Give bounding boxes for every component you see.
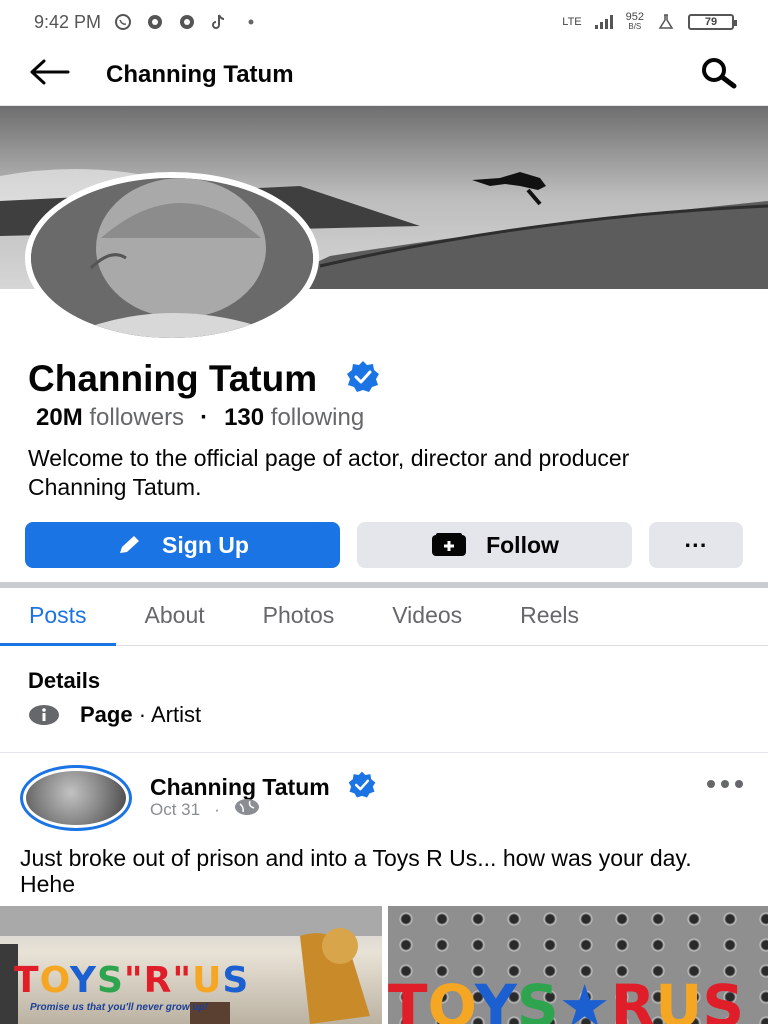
verified-badge-icon — [345, 359, 381, 400]
signal-icon — [594, 12, 614, 32]
post-meta-sep: · — [214, 799, 220, 819]
follow-page-icon — [432, 533, 467, 556]
follow-stats: 20M followers · 130 following — [36, 404, 364, 432]
toys-r-us-logo-left: TOYS"R"US — [14, 960, 250, 1001]
status-time: 9:42 PM — [34, 11, 102, 32]
follow-button[interactable]: Follow — [357, 522, 632, 568]
post-verified-badge-icon — [344, 770, 380, 805]
profile-name-row: Channing Tatum — [28, 358, 381, 400]
net-speed-value: 952 — [625, 11, 644, 23]
battery-icon: 79 — [688, 14, 737, 30]
tab-videos-label: Videos — [392, 602, 463, 628]
battery-level: 79 — [704, 16, 718, 28]
more-options-label: ··· — [684, 531, 708, 558]
tab-reels[interactable]: Reels — [491, 588, 608, 645]
profile-picture[interactable] — [25, 172, 319, 344]
tab-posts-label: Posts — [29, 602, 87, 628]
info-icon — [28, 704, 64, 726]
stats-separator: · — [200, 404, 209, 431]
tab-about[interactable]: About — [116, 588, 234, 645]
post-photo-2[interactable]: TOYS★RUS — [388, 906, 768, 1024]
post-text: Just broke out of prison and into a Toys… — [20, 845, 692, 897]
more-dots-icon — [707, 780, 743, 788]
whatsapp-icon — [113, 12, 133, 32]
post-more-button[interactable] — [704, 772, 746, 801]
post-avatar[interactable] — [20, 765, 132, 831]
followers-link[interactable]: 20M followers — [36, 404, 184, 432]
toys-r-us-promise: Promise us that you'll never grow up! — [30, 1002, 208, 1013]
tab-videos[interactable]: Videos — [363, 588, 491, 645]
details-row: Page · Artist — [28, 702, 201, 728]
net-speed-unit: B/S — [628, 22, 642, 31]
post-avatar-image — [26, 771, 126, 825]
tab-photos-label: Photos — [262, 602, 335, 628]
details-divider — [0, 752, 768, 753]
profile-name: Channing Tatum — [28, 358, 318, 399]
tab-reels-label: Reels — [520, 602, 579, 628]
profile-tabs: Posts About Photos Videos Reels — [0, 588, 768, 646]
pencil-icon — [120, 536, 140, 553]
tab-about-label: About — [144, 602, 205, 628]
tiktok-icon — [209, 12, 229, 32]
post-date[interactable]: Oct 31 — [150, 800, 200, 820]
following-link[interactable]: 130 following — [224, 404, 364, 432]
sign-up-button[interactable]: Sign Up — [25, 522, 340, 568]
details-category: Artist — [150, 702, 202, 727]
avatar-portrait — [31, 178, 313, 338]
tab-photos[interactable]: Photos — [234, 588, 364, 645]
globe-icon — [234, 798, 260, 821]
arrow-left-icon — [30, 59, 70, 85]
notification-icon-2 — [177, 12, 197, 32]
flask-icon — [656, 12, 676, 32]
sign-up-label: Sign Up — [162, 531, 249, 558]
post-photo-1[interactable]: TOYS"R"US Promise us that you'll never g… — [0, 906, 382, 1024]
page-header: Channing Tatum — [0, 44, 768, 106]
details-type: Page — [80, 702, 133, 727]
network-type: LTE — [562, 16, 582, 28]
tab-posts[interactable]: Posts — [0, 588, 116, 646]
status-bar: 9:42 PM LTE 952 B/S 79 — [0, 0, 768, 44]
toys-r-us-logo-right: TOYS★RUS — [388, 972, 745, 1024]
header-title: Channing Tatum — [106, 60, 294, 88]
followers-label: followers — [89, 404, 185, 431]
post-meta: Oct 31 · — [150, 798, 260, 821]
profile-avatar — [31, 178, 313, 338]
profile-bio: Welcome to the official page of actor, d… — [28, 445, 630, 500]
post-author[interactable]: Channing Tatum — [150, 774, 330, 801]
following-label: following — [270, 404, 365, 431]
followers-count: 20M — [36, 404, 83, 431]
search-icon — [702, 58, 737, 89]
notification-icon — [145, 12, 165, 32]
details-heading: Details — [28, 668, 101, 693]
more-options-button[interactable]: ··· — [649, 522, 743, 568]
following-count: 130 — [224, 404, 265, 431]
dot-icon — [241, 12, 261, 32]
details-type-sep: · — [138, 702, 147, 727]
back-button[interactable] — [28, 58, 72, 91]
search-button[interactable] — [694, 55, 740, 94]
follow-label: Follow — [486, 531, 559, 558]
net-speed: 952 B/S — [626, 12, 644, 32]
